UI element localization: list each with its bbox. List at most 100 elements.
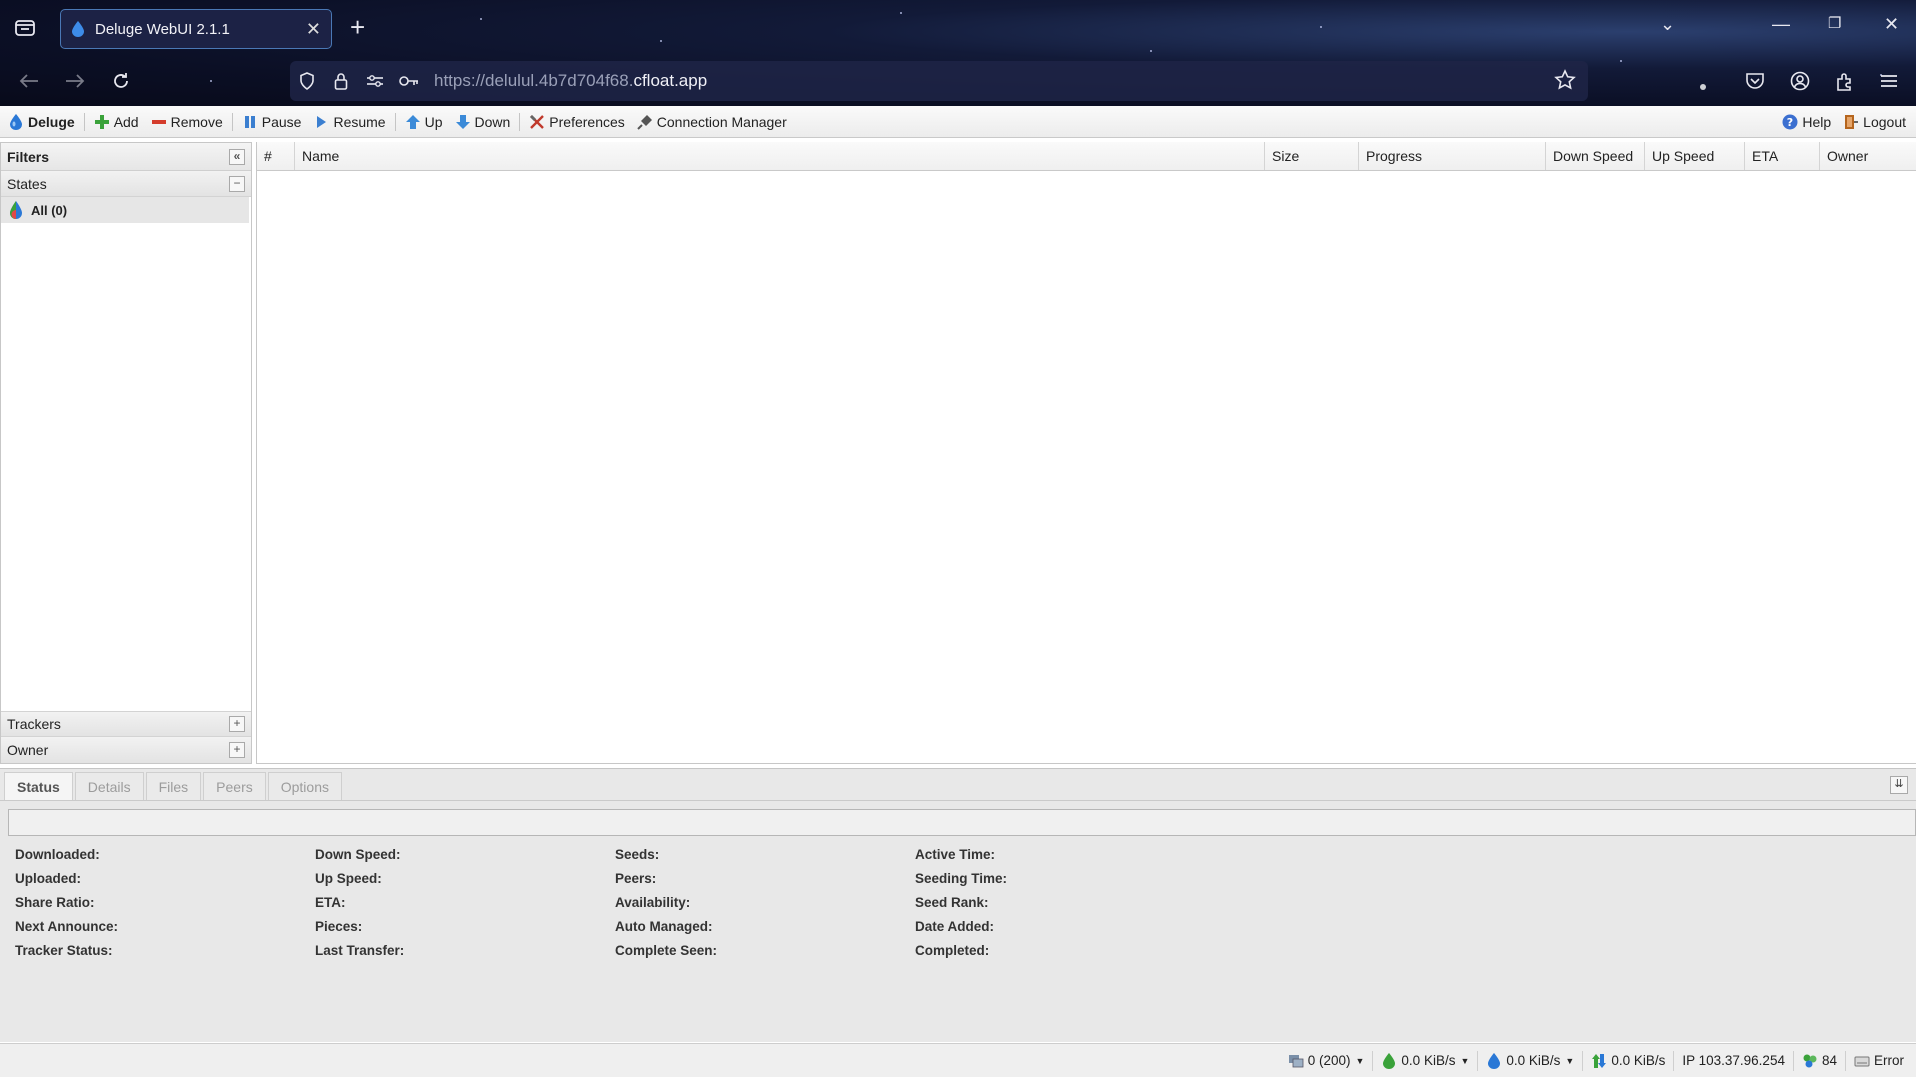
column-header-queue[interactable]: # xyxy=(257,142,295,170)
dropdown-arrow-icon: ▼ xyxy=(1565,1055,1575,1066)
toolbar-separator xyxy=(83,112,85,131)
tab-list-icon[interactable] xyxy=(12,14,38,40)
help-button[interactable]: ? Help xyxy=(1776,110,1837,134)
dht-status: 84 xyxy=(1794,1053,1845,1069)
connection-manager-label: Connection Manager xyxy=(656,113,787,130)
account-icon[interactable] xyxy=(1787,68,1813,94)
back-icon[interactable] xyxy=(16,68,42,94)
resume-button[interactable]: Resume xyxy=(307,110,391,134)
url-text[interactable]: https://delulul.4b7d704f68.cfloat.app xyxy=(434,71,707,91)
extensions-icon[interactable] xyxy=(1832,68,1858,94)
url-bar[interactable]: https://delulul.4b7d704f68.cfloat.app xyxy=(290,61,1588,101)
pocket-icon[interactable] xyxy=(1742,68,1768,94)
connection-manager-button[interactable]: Connection Manager xyxy=(631,110,793,134)
svg-text:?: ? xyxy=(1787,116,1793,129)
stat-seeding-time: Seeding Time: xyxy=(915,871,1008,886)
details-tabs: Status Details Files Peers Options xyxy=(0,769,1916,801)
toolbar-separator xyxy=(394,112,396,131)
toolbar-separator xyxy=(231,112,233,131)
minimize-icon[interactable]: — xyxy=(1772,14,1790,35)
filters-panel: Filters « States − All (0) Trackers + Ow… xyxy=(0,142,252,764)
pause-icon xyxy=(244,115,255,128)
remove-button[interactable]: Remove xyxy=(145,110,229,134)
remove-label: Remove xyxy=(170,113,223,130)
queue-up-button[interactable]: Up xyxy=(399,110,449,134)
states-section-header[interactable]: States − xyxy=(1,171,251,197)
expand-plus-icon[interactable]: + xyxy=(229,716,245,732)
filters-title: Filters xyxy=(7,148,50,165)
new-tab-icon[interactable]: + xyxy=(350,13,365,41)
stat-seeds: Seeds: xyxy=(615,847,660,862)
collapse-minus-icon[interactable]: − xyxy=(229,175,245,192)
forward-icon[interactable] xyxy=(62,68,88,94)
reload-icon[interactable] xyxy=(108,68,134,94)
external-ip-status: IP 103.37.96.254 xyxy=(1674,1053,1793,1068)
preferences-button[interactable]: Preferences xyxy=(523,110,630,134)
expand-plus-icon[interactable]: + xyxy=(229,742,245,758)
column-header-up-speed[interactable]: Up Speed xyxy=(1645,142,1745,170)
collapse-down-icon[interactable]: ⇊ xyxy=(1890,776,1908,794)
stat-date-added: Date Added: xyxy=(915,919,995,934)
logout-label: Logout xyxy=(1863,114,1906,130)
states-label: States xyxy=(7,175,47,192)
tab-status[interactable]: Status xyxy=(4,772,73,800)
drive-icon xyxy=(1854,1056,1870,1066)
download-drop-icon xyxy=(1383,1052,1396,1069)
queue-down-button[interactable]: Down xyxy=(449,110,517,134)
menu-hamburger-icon[interactable] xyxy=(1876,68,1902,94)
deluge-logo-icon xyxy=(10,113,22,130)
help-icon: ? xyxy=(1782,114,1798,130)
lock-icon[interactable] xyxy=(324,72,358,90)
state-filter-all[interactable]: All (0) xyxy=(1,197,249,223)
play-icon xyxy=(317,115,327,128)
arrow-down-icon xyxy=(455,114,470,129)
stat-tracker-status: Tracker Status: xyxy=(15,943,113,958)
stat-downloaded: Downloaded: xyxy=(15,847,100,862)
owner-section-header[interactable]: Owner + xyxy=(1,737,251,763)
all-label: All (0) xyxy=(31,202,68,218)
dropdown-arrow-icon: ▼ xyxy=(1460,1055,1470,1066)
minus-icon xyxy=(151,119,166,124)
stat-seed-rank: Seed Rank: xyxy=(915,895,989,910)
column-header-down-speed[interactable]: Down Speed xyxy=(1546,142,1645,170)
column-header-owner[interactable]: Owner xyxy=(1820,142,1916,170)
bookmark-star-icon[interactable] xyxy=(1554,69,1576,94)
url-domain: cfloat.app xyxy=(633,71,708,90)
add-button[interactable]: Add xyxy=(88,110,145,134)
stat-up-speed: Up Speed: xyxy=(315,871,382,886)
error-value: Error xyxy=(1874,1053,1904,1068)
tab-overflow-chevron-icon[interactable]: ⌄ xyxy=(1660,14,1675,35)
tab-files[interactable]: Files xyxy=(145,772,202,800)
stat-availability: Availability: xyxy=(615,895,691,910)
stat-uploaded: Uploaded: xyxy=(15,871,81,886)
tab-options[interactable]: Options xyxy=(267,772,342,800)
restore-icon[interactable]: ❐ xyxy=(1828,14,1841,32)
connections-value: 0 (200) xyxy=(1307,1053,1351,1068)
key-icon[interactable] xyxy=(392,75,426,87)
stat-auto-managed: Auto Managed: xyxy=(615,919,713,934)
download-speed-status[interactable]: 0.0 KiB/s ▼ xyxy=(1373,1052,1477,1069)
shield-icon[interactable] xyxy=(290,72,324,90)
pause-button[interactable]: Pause xyxy=(236,110,308,134)
column-header-eta[interactable]: ETA xyxy=(1745,142,1820,170)
trackers-section-header[interactable]: Trackers + xyxy=(1,711,251,737)
window-close-icon[interactable]: ✕ xyxy=(1884,14,1899,35)
collapse-left-icon[interactable]: « xyxy=(229,148,245,165)
tab-close-icon[interactable]: ✕ xyxy=(306,19,321,40)
tab-peers[interactable]: Peers xyxy=(203,772,266,800)
upload-drop-icon xyxy=(1488,1052,1501,1069)
logout-button[interactable]: Logout xyxy=(1837,110,1912,134)
details-panel: Status Details Files Peers Options ⇊ Dow… xyxy=(0,768,1916,1042)
upload-speed-status[interactable]: 0.0 KiB/s ▼ xyxy=(1478,1052,1582,1069)
column-header-progress[interactable]: Progress xyxy=(1359,142,1546,170)
tab-details[interactable]: Details xyxy=(74,772,144,800)
tab-title: Deluge WebUI 2.1.1 xyxy=(95,20,230,38)
deluge-brand: Deluge xyxy=(0,110,81,134)
connections-status[interactable]: 0 (200) ▼ xyxy=(1280,1053,1373,1069)
column-header-size[interactable]: Size xyxy=(1265,142,1359,170)
deluge-toolbar: Deluge Add Remove Pause Resume Up Down P… xyxy=(0,106,1916,138)
permissions-icon[interactable] xyxy=(358,74,392,88)
status-bar: 0 (200) ▼ 0.0 KiB/s ▼ 0.0 KiB/s ▼ 0.0 Ki… xyxy=(0,1043,1916,1077)
column-header-name[interactable]: Name xyxy=(295,142,1265,170)
browser-tab[interactable]: Deluge WebUI 2.1.1 ✕ xyxy=(60,9,332,49)
